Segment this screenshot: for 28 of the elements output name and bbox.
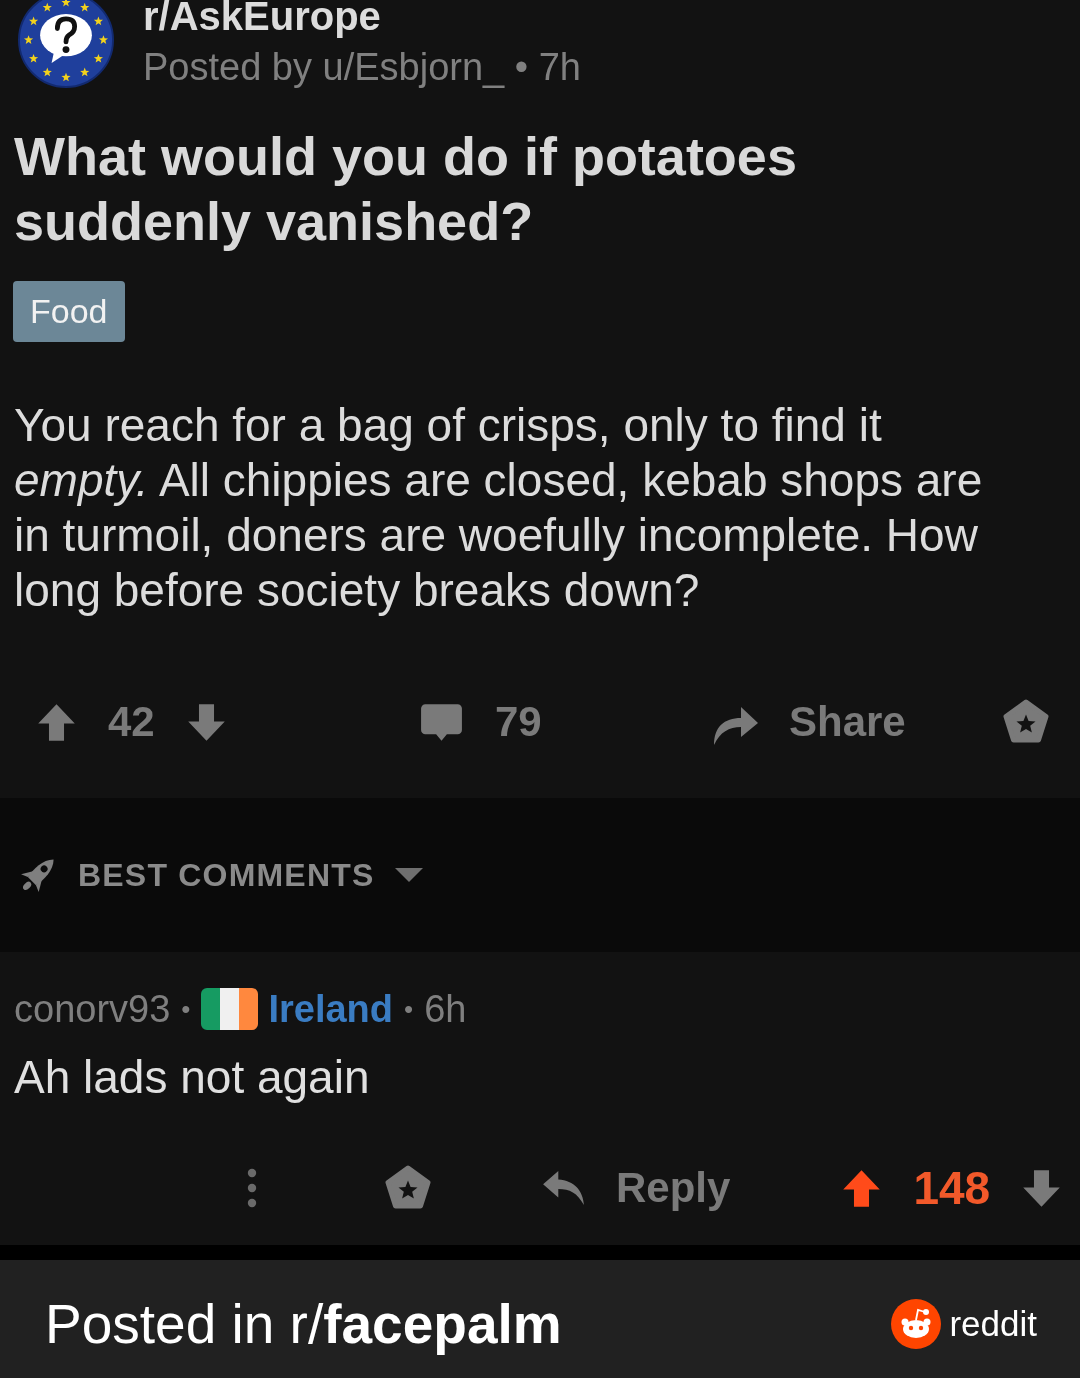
subreddit-name[interactable]: r/AskEurope bbox=[143, 0, 581, 36]
reply-arrow-icon bbox=[542, 1169, 586, 1207]
banner-caption: Posted in r/facepalm bbox=[45, 1292, 562, 1356]
post-title: What would you do if potatoes suddenly vanished? bbox=[14, 125, 798, 253]
alien-mascot-icon bbox=[891, 1299, 942, 1349]
comment-text: Ah lads not again bbox=[14, 1050, 371, 1105]
brand-wordmark: reddit bbox=[949, 1303, 1037, 1345]
user-flair: Ireland bbox=[268, 987, 394, 1032]
award-icon[interactable] bbox=[1002, 699, 1050, 745]
question-bubble-icon[interactable] bbox=[18, 0, 114, 88]
comment-time: 6h bbox=[424, 987, 467, 1032]
separator-dot: • bbox=[404, 993, 414, 1026]
caret-icon bbox=[394, 868, 423, 882]
sort-dropdown[interactable]: BEST COMMENTS bbox=[15, 852, 423, 898]
reply-button[interactable]: Reply bbox=[542, 1163, 731, 1213]
comment-author[interactable]: conorv93 bbox=[14, 986, 171, 1032]
award-icon[interactable] bbox=[384, 1165, 432, 1211]
more-options-icon[interactable] bbox=[246, 1168, 258, 1208]
separator-dot: • bbox=[181, 993, 191, 1026]
post-body: You reach for a bag of crisps, only to find it empty. All chippies are closed, kebab shops are in turmoil, doners are woefully incomplete. How long before society breaks down? bbox=[14, 398, 984, 618]
share-button[interactable]: Share bbox=[712, 697, 906, 747]
comments-button[interactable]: 79 bbox=[420, 697, 542, 747]
post-byline: Posted by u/Esbjorn_ • 7h bbox=[143, 45, 581, 90]
comment-bubble-icon bbox=[420, 702, 463, 742]
flag-icon bbox=[201, 988, 259, 1030]
vote-count: 148 bbox=[913, 1163, 991, 1213]
flair-tag: Food bbox=[13, 281, 125, 342]
vote-count: 42 bbox=[108, 697, 155, 747]
